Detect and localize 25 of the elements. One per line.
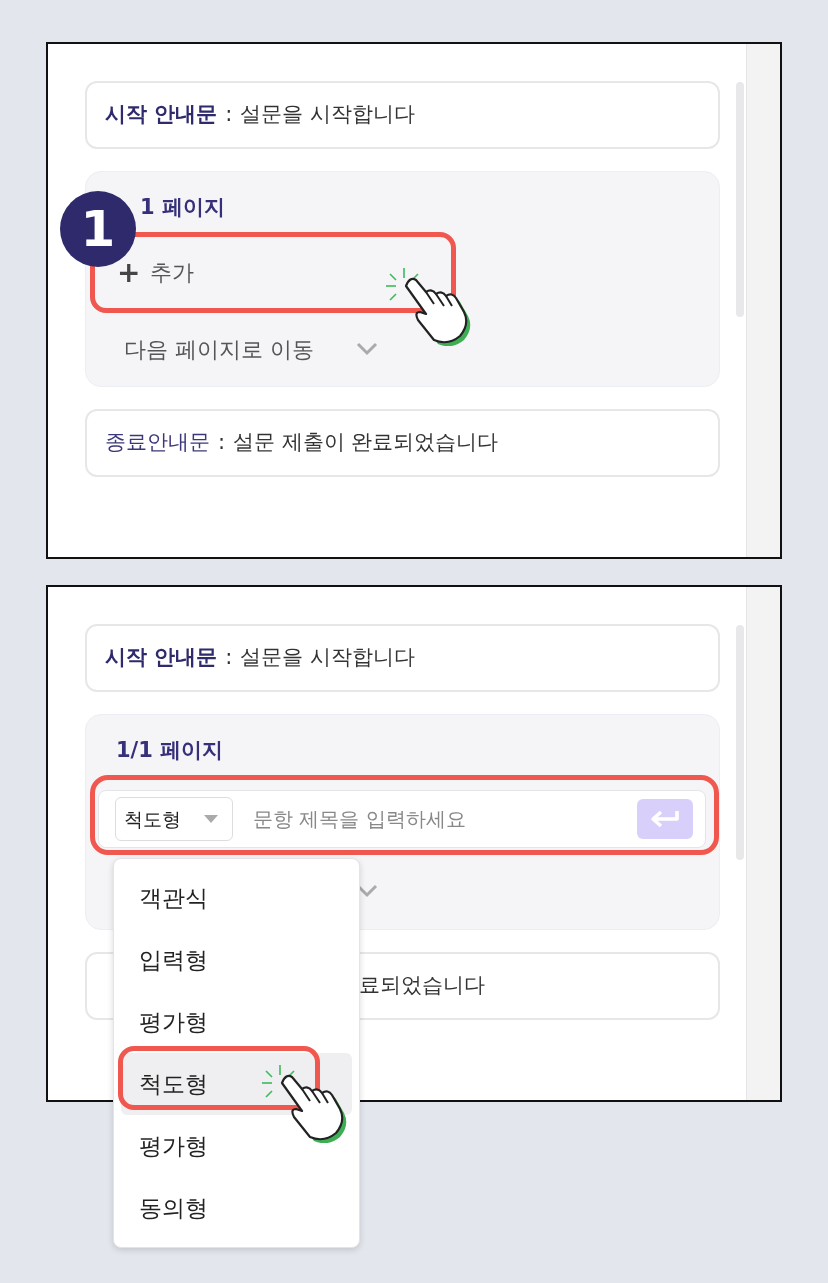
separator: : xyxy=(218,429,226,457)
question-input-field[interactable]: 척도형 문항 제목을 입력하세요 xyxy=(98,790,706,848)
caret-icon xyxy=(204,815,218,823)
menu-item[interactable]: 동의형 xyxy=(121,1177,352,1239)
notice-text: 료되었습니다 xyxy=(359,972,485,1000)
notice-label: 시작 안내문 xyxy=(105,101,218,129)
page-title: 1/1 페이지 xyxy=(115,737,225,764)
menu-item[interactable]: 평가형 xyxy=(121,1115,352,1177)
title-input[interactable]: 문항 제목을 입력하세요 xyxy=(251,803,619,835)
type-select[interactable]: 척도형 xyxy=(115,797,233,841)
separator: : xyxy=(225,101,233,129)
notice-label: 시작 안내문 xyxy=(105,644,218,672)
menu-item[interactable]: 평가형 xyxy=(121,991,352,1053)
menu-item[interactable]: 객관식 xyxy=(121,867,352,929)
next-page-select[interactable]: 다음 페이지로 이동 xyxy=(124,332,356,366)
chevron-down-icon xyxy=(356,342,378,356)
menu-item[interactable]: 입력형 xyxy=(121,929,352,991)
notice-text: 설문 제출이 완료되었습니다 xyxy=(233,429,499,457)
notice-text: 설문을 시작합니다 xyxy=(240,101,416,129)
notice-label: 종료안내문 xyxy=(105,429,210,457)
page-title: 1 페이지 xyxy=(139,194,226,221)
notice-text: 설문을 시작합니다 xyxy=(240,644,416,672)
separator: : xyxy=(225,644,233,672)
enter-icon xyxy=(649,809,681,829)
enter-button[interactable] xyxy=(637,799,693,839)
